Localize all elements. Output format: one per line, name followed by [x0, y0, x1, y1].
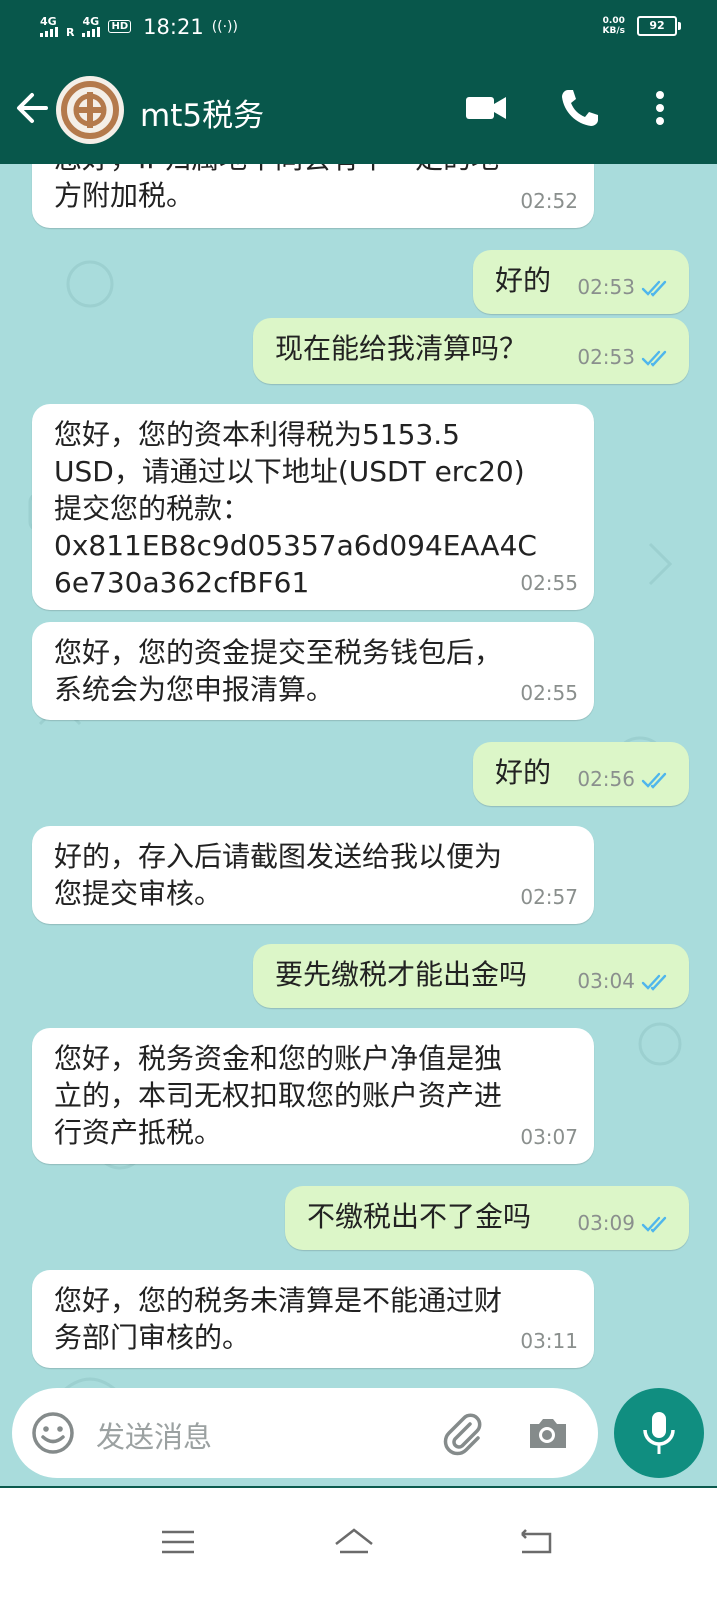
phone-icon[interactable]: [556, 84, 604, 132]
hd-volte-icon: HD: [108, 20, 132, 33]
message-meta: 02:55: [520, 565, 578, 602]
outgoing-message-bubble[interactable]: 要先缴税才能出金吗 03:04: [253, 944, 689, 1008]
emoji-icon[interactable]: [30, 1410, 76, 1456]
message-timestamp: 03:11: [520, 1329, 578, 1353]
outgoing-message-bubble[interactable]: 好的 02:53: [473, 250, 689, 314]
outgoing-message-bubble[interactable]: 不缴税出不了金吗 03:09: [285, 1186, 689, 1250]
microphone-button[interactable]: [614, 1388, 704, 1478]
message-meta: 03:07: [520, 1119, 578, 1156]
message-text: 您好，您的税务未清算是不能通过财 务部门审核的。: [54, 1284, 503, 1354]
message-text: 您好，税务资金和您的账户净值是独 立的，本司无权扣取您的账户资产进 行资产抵税。: [54, 1042, 503, 1149]
message-timestamp: 03:04: [577, 969, 635, 993]
message-timestamp: 02:52: [520, 189, 578, 213]
outgoing-message-bubble[interactable]: 好的 02:56: [473, 742, 689, 806]
camera-icon[interactable]: [524, 1410, 570, 1456]
video-camera-icon[interactable]: [462, 84, 510, 132]
message-timestamp: 02:53: [577, 345, 635, 369]
outgoing-message-bubble[interactable]: 现在能给我清算吗？ 02:53: [253, 318, 689, 384]
back-nav-icon[interactable]: [512, 1522, 560, 1562]
network-speed: 0.00 KB/s: [603, 16, 625, 36]
message-text: 您好，您的资金提交至税务钱包后， 系统会为您申报清算。: [54, 636, 503, 706]
microphone-icon: [643, 1412, 675, 1454]
incoming-message-bubble[interactable]: 您好，您的税务未清算是不能通过财 务部门审核的。 03:11: [32, 1270, 594, 1368]
status-bar: 4G R 4G HD 18:21 ((·)) 0.00 KB/s 92: [0, 0, 717, 56]
message-text: 好的，存入后请截图发送给我以便为 您提交审核。: [54, 840, 503, 910]
message-text: 您好，您的资本利得税为5153.5 USD，请通过以下地址(USDT erc20…: [54, 418, 537, 599]
network-type-label-2: 4G: [82, 15, 100, 28]
hotspot-icon: ((·)): [211, 18, 238, 35]
incoming-message-bubble[interactable]: 您好，税务资金和您的账户净值是独 立的，本司无权扣取您的账户资产进 行资产抵税。…: [32, 1028, 594, 1164]
message-timestamp: 03:09: [577, 1211, 635, 1235]
roaming-indicator: R: [66, 26, 75, 39]
more-vertical-icon[interactable]: [636, 84, 684, 132]
message-meta: 03:11: [520, 1323, 578, 1360]
speed-value: 0.00: [602, 16, 625, 26]
message-meta: 03:04: [577, 963, 673, 1000]
message-timestamp: 02:55: [520, 571, 578, 595]
signal-2: 4G: [82, 15, 101, 37]
message-meta: 02:57: [520, 879, 578, 916]
paperclip-icon[interactable]: [440, 1410, 486, 1456]
read-receipt-icon: [641, 1216, 667, 1233]
speed-unit: KB/s: [602, 26, 625, 36]
message-text: 您好，IP归属地不同会有不一定的地 方附加税。: [54, 164, 499, 212]
menu-icon[interactable]: [154, 1522, 202, 1562]
message-composer[interactable]: 发送消息: [12, 1388, 598, 1478]
incoming-message-bubble[interactable]: 好的，存入后请截图发送给我以便为 您提交审核。 02:57: [32, 826, 594, 924]
message-timestamp: 02:56: [577, 767, 635, 791]
message-timestamp: 02:57: [520, 885, 578, 909]
chat-area[interactable]: 您好，IP归属地不同会有不一定的地 方附加税。 02:52 好的02:53现在能给我…: [0, 164, 717, 1486]
incoming-message-bubble[interactable]: 您好，您的资金提交至税务钱包后， 系统会为您申报清算。 02:55: [32, 622, 594, 720]
network-type-label: 4G: [40, 15, 57, 28]
message-meta: 02:55: [520, 675, 578, 712]
message-meta: 02:56: [577, 761, 673, 798]
message-timestamp: 02:55: [520, 681, 578, 705]
message-meta: 02:53: [577, 269, 673, 306]
clock: 18:21: [143, 14, 204, 39]
incoming-message-bubble[interactable]: 您好，您的资本利得税为5153.5 USD，请通过以下地址(USDT erc20…: [32, 404, 594, 610]
message-meta: 02:53: [577, 339, 673, 376]
read-receipt-icon: [641, 350, 667, 367]
message-meta: 02:52: [520, 183, 578, 220]
avatar[interactable]: [56, 76, 124, 144]
home-icon[interactable]: [330, 1522, 378, 1562]
system-navigation-bar: [0, 1488, 717, 1600]
incoming-message-bubble[interactable]: 您好，IP归属地不同会有不一定的地 方附加税。 02:52: [32, 164, 594, 228]
chat-header: mt5税务: [0, 56, 717, 164]
battery-icon: 92: [637, 16, 681, 36]
read-receipt-icon: [641, 772, 667, 789]
contact-name[interactable]: mt5税务: [140, 90, 264, 135]
message-timestamp: 02:53: [577, 275, 635, 299]
read-receipt-icon: [641, 974, 667, 991]
message-meta: 03:09: [577, 1205, 673, 1242]
avatar-logo-icon: [61, 81, 119, 139]
signal-1: 4G: [40, 16, 58, 37]
read-receipt-icon: [641, 280, 667, 297]
arrow-left-icon[interactable]: [12, 86, 52, 130]
message-timestamp: 03:07: [520, 1125, 578, 1149]
message-input[interactable]: 发送消息: [96, 1414, 212, 1456]
